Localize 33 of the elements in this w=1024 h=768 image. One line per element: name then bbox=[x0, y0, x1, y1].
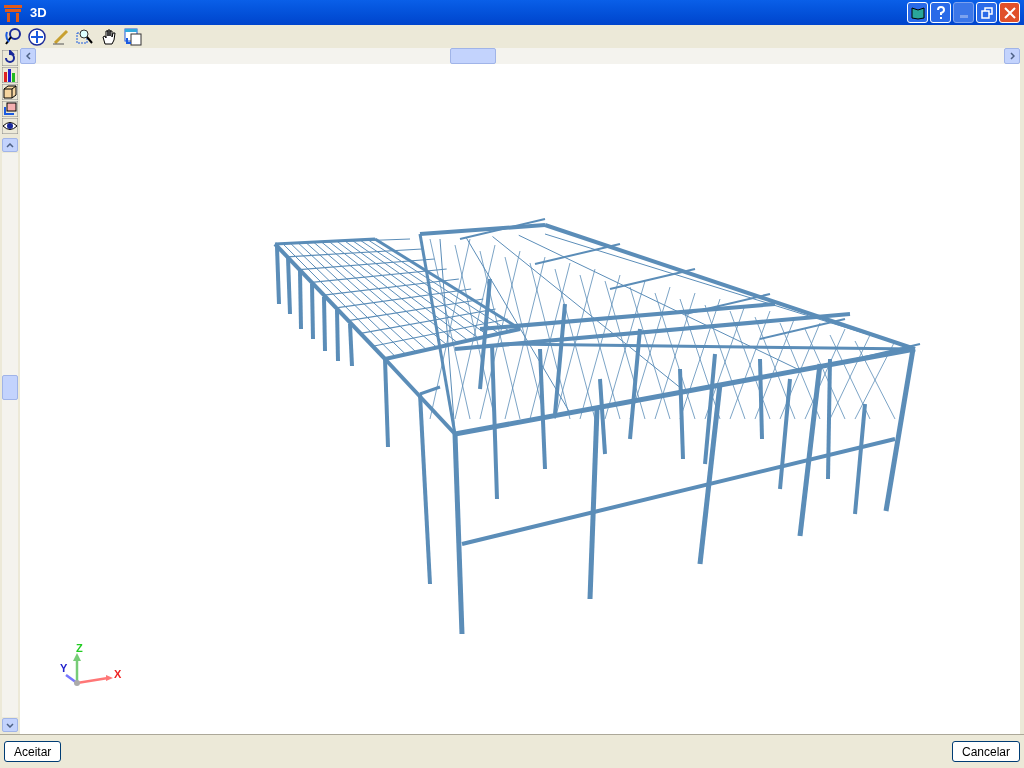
window-title: 3D bbox=[30, 3, 47, 22]
y-axis-label: Y bbox=[60, 662, 68, 674]
dialog-button[interactable]: Aceitar bbox=[4, 741, 62, 762]
axis-triad-drawing bbox=[65, 653, 113, 686]
box-arrow-icon[interactable] bbox=[2, 101, 18, 117]
scroll-right-button[interactable] bbox=[1004, 48, 1020, 64]
vertical-scroll-thumb[interactable] bbox=[2, 375, 18, 400]
minimize-icon bbox=[959, 15, 968, 18]
horizontal-scroll-thumb[interactable] bbox=[450, 48, 496, 64]
window-list-icon[interactable] bbox=[124, 27, 142, 46]
restore-button[interactable] bbox=[976, 2, 997, 23]
help-button[interactable] bbox=[930, 2, 951, 23]
x-axis-label: X bbox=[114, 668, 122, 680]
scroll-down-button[interactable] bbox=[2, 718, 18, 732]
bar-chart-icon[interactable] bbox=[2, 67, 18, 83]
close-icon bbox=[1003, 6, 1016, 19]
hand-icon[interactable] bbox=[100, 27, 118, 46]
eye-icon[interactable] bbox=[2, 118, 18, 134]
cube-icon[interactable] bbox=[2, 84, 18, 100]
book-button[interactable] bbox=[907, 2, 928, 23]
z-axis-label: Z bbox=[76, 642, 83, 654]
restore-icon bbox=[980, 6, 993, 19]
scroll-left-button[interactable] bbox=[20, 48, 36, 64]
close-button[interactable] bbox=[999, 2, 1020, 23]
rotate-zoom-icon[interactable] bbox=[4, 27, 22, 46]
zoom-window-icon[interactable] bbox=[76, 27, 94, 46]
dialog-button[interactable]: Cancelar bbox=[951, 741, 1020, 762]
app-icon bbox=[4, 3, 22, 22]
pan-arrows-icon[interactable] bbox=[28, 27, 46, 46]
help-icon bbox=[935, 5, 946, 20]
book-icon bbox=[910, 5, 925, 20]
scroll-up-button[interactable] bbox=[2, 138, 18, 152]
undo-rotate-icon[interactable] bbox=[2, 50, 18, 66]
